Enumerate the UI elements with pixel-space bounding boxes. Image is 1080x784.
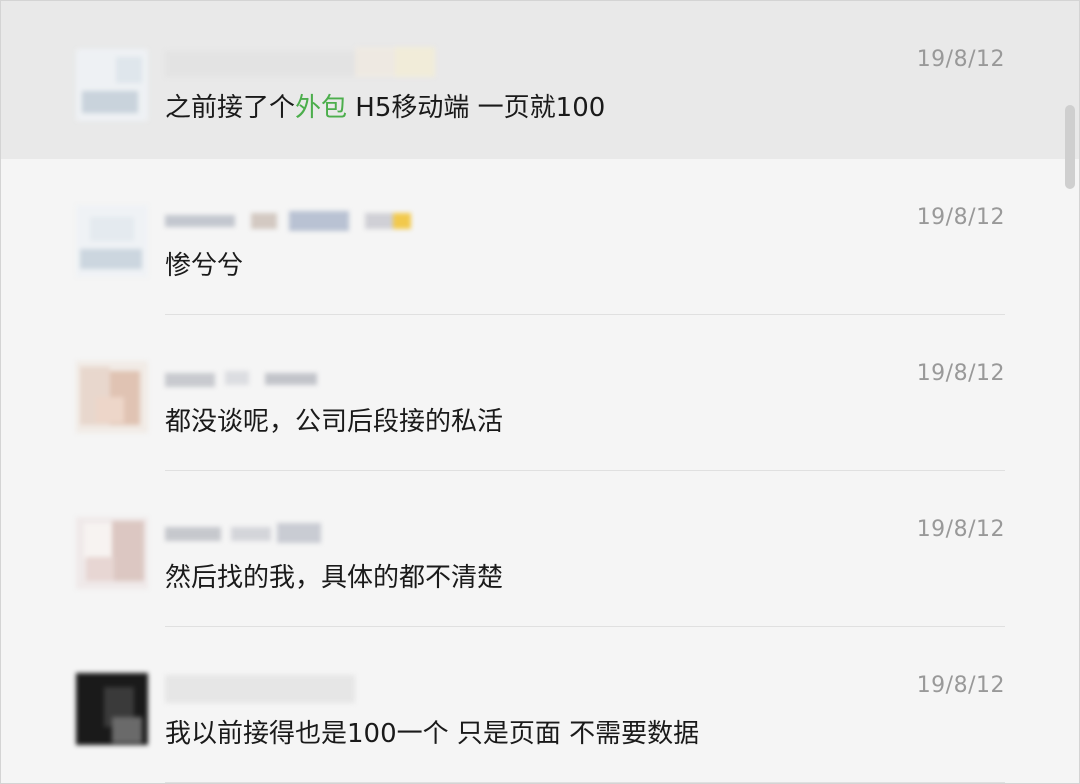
list-item[interactable]: 19/8/12 我以前接得也是100一个 只是页面 不需要数据 bbox=[1, 627, 1079, 783]
message-text: 我以前接得也是100一个 只是页面 不需要数据 bbox=[165, 719, 700, 749]
username-redacted bbox=[165, 45, 445, 79]
message-time: 19/8/12 bbox=[916, 673, 1005, 698]
comment-panel: 19/8/12 之前接了个外包 H5移动端 一页就100 19/8/12 惨兮兮 bbox=[0, 0, 1080, 784]
message-text: 然后找的我，具体的都不清楚 bbox=[165, 563, 504, 593]
message-time: 19/8/12 bbox=[916, 361, 1005, 386]
avatar[interactable] bbox=[76, 673, 148, 745]
username-redacted bbox=[165, 203, 445, 237]
message-time: 19/8/12 bbox=[916, 47, 1005, 72]
avatar[interactable] bbox=[76, 517, 148, 589]
message-text-part: 之前接了个 bbox=[165, 93, 296, 123]
divider bbox=[165, 782, 1005, 783]
username-redacted bbox=[165, 359, 445, 393]
list-item[interactable]: 19/8/12 之前接了个外包 H5移动端 一页就100 bbox=[1, 1, 1079, 159]
message-text: 之前接了个外包 H5移动端 一页就100 bbox=[165, 87, 605, 124]
message-time: 19/8/12 bbox=[916, 517, 1005, 542]
message-text-part: H5移动端 一页就100 bbox=[347, 93, 606, 123]
message-time: 19/8/12 bbox=[916, 205, 1005, 230]
avatar[interactable] bbox=[76, 49, 148, 121]
avatar[interactable] bbox=[76, 205, 148, 277]
message-list: 19/8/12 之前接了个外包 H5移动端 一页就100 19/8/12 惨兮兮 bbox=[1, 1, 1079, 783]
list-item[interactable]: 19/8/12 都没谈呢，公司后段接的私活 bbox=[1, 315, 1079, 471]
list-item[interactable]: 19/8/12 惨兮兮 bbox=[1, 159, 1079, 315]
avatar[interactable] bbox=[76, 361, 148, 433]
list-item[interactable]: 19/8/12 然后找的我，具体的都不清楚 bbox=[1, 471, 1079, 627]
scrollbar-thumb[interactable] bbox=[1065, 105, 1075, 189]
username-redacted bbox=[165, 671, 445, 705]
username-redacted bbox=[165, 515, 445, 549]
message-text: 都没谈呢，公司后段接的私活 bbox=[165, 407, 504, 437]
highlighted-keyword[interactable]: 外包 bbox=[295, 93, 347, 123]
message-text: 惨兮兮 bbox=[165, 251, 244, 281]
